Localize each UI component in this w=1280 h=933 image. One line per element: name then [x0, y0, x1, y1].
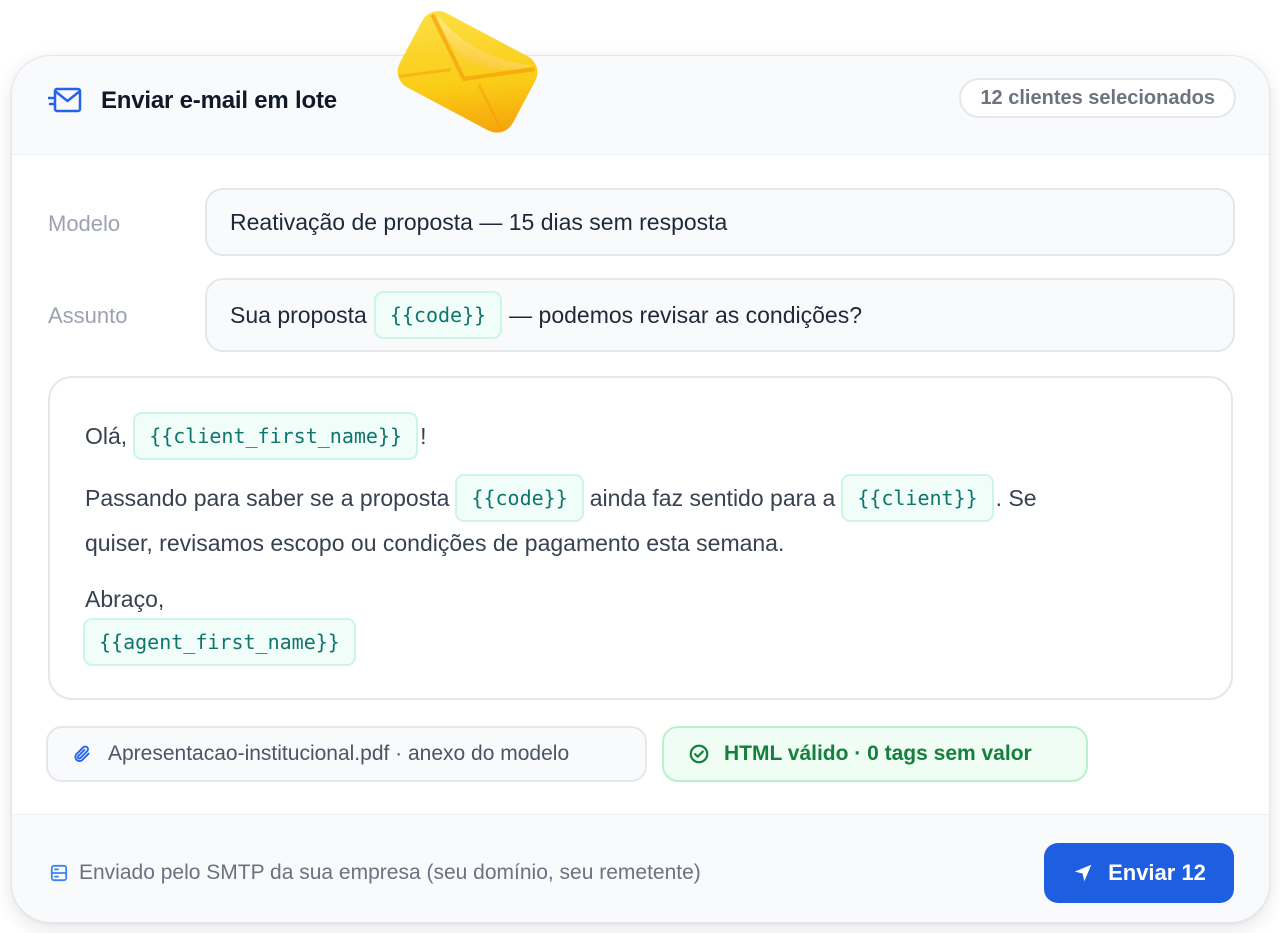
greeting-end: ! [420, 422, 427, 449]
bulk-email-card: Enviar e-mail em lote 12 clientes seleci… [11, 55, 1270, 923]
body-signature-line: {{agent_first_name}} [83, 618, 356, 666]
smtp-note: Enviado pelo SMTP da sua empresa (seu do… [50, 861, 701, 885]
page-title: Enviar e-mail em lote [101, 87, 337, 114]
client-first-name-tag[interactable]: {{client_first_name}} [133, 412, 419, 460]
subject-label: Assunto [48, 303, 128, 328]
html-validation-badge: HTML válido · 0 tags sem valor [662, 726, 1088, 782]
check-circle-icon [689, 744, 709, 764]
template-label: Modelo [48, 211, 121, 236]
email-body-editor[interactable]: Olá, {{client_first_name}} ! Passando pa… [48, 376, 1233, 700]
subject-text-after: — podemos revisar as condições? [509, 301, 862, 328]
body-paragraph-line-1: Passando para saber se a proposta {{code… [85, 474, 1037, 522]
card-footer: Enviado pelo SMTP da sua empresa (seu do… [12, 814, 1269, 922]
selected-count-badge[interactable]: 12 clientes selecionados [959, 78, 1236, 118]
signoff-text: Abraço, [85, 586, 165, 612]
subject-variable-tag[interactable]: {{code}} [373, 291, 503, 339]
template-select[interactable]: Reativação de proposta — 15 dias sem res… [205, 188, 1235, 256]
server-icon [50, 864, 68, 882]
subject-input[interactable]: Sua proposta {{code}} — podemos revisar … [205, 278, 1235, 352]
send-icon [1074, 864, 1092, 882]
send-button-label: Enviar 12 [1108, 860, 1206, 885]
send-button[interactable]: Enviar 12 [1044, 843, 1234, 903]
agent-first-name-tag[interactable]: {{agent_first_name}} [83, 618, 356, 666]
client-tag[interactable]: {{client}} [841, 474, 994, 522]
paperclip-icon [74, 745, 90, 762]
code-tag[interactable]: {{code}} [455, 474, 584, 522]
paragraph-part-3: . Se [995, 484, 1037, 511]
greeting-text: Olá, [85, 422, 128, 449]
attachment-label: Apresentacao-institucional.pdf · anexo d… [108, 742, 570, 765]
envelope-illustration-icon [397, 11, 538, 133]
attachment-chip[interactable]: Apresentacao-institucional.pdf · anexo d… [46, 726, 647, 782]
smtp-note-text: Enviado pelo SMTP da sua empresa (seu do… [79, 861, 701, 884]
mail-icon [48, 87, 82, 113]
paragraph-part-1: Passando para saber se a proposta [85, 484, 450, 511]
template-value: Reativação de proposta — 15 dias sem res… [230, 208, 728, 235]
card-header: Enviar e-mail em lote 12 clientes seleci… [12, 56, 1269, 155]
paragraph-part-2: ainda faz sentido para a [589, 484, 836, 511]
subject-text-before: Sua proposta [230, 301, 367, 328]
body-paragraph-line-2: quiser, revisamos escopo ou condições de… [85, 530, 785, 556]
validation-label: HTML válido · 0 tags sem valor [724, 742, 1032, 765]
body-greeting-line: Olá, {{client_first_name}} ! [85, 412, 426, 460]
